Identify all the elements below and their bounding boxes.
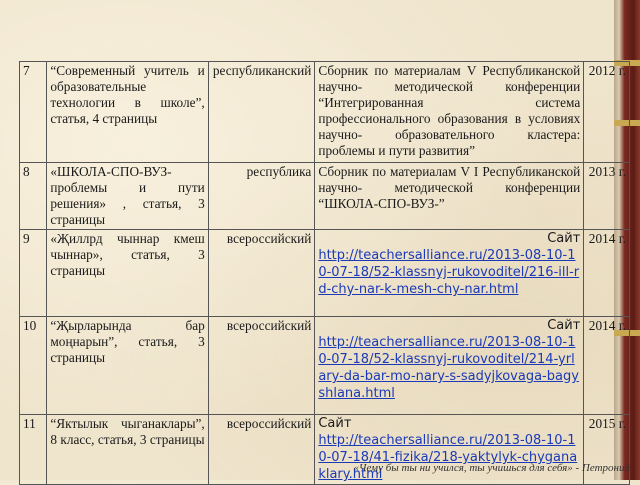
publication-year: 2015 г. bbox=[583, 414, 630, 485]
row-number: 10 bbox=[18, 316, 48, 415]
publication-source: Сайт http://teachersalliance.ru/2013-08-… bbox=[314, 229, 585, 317]
publication-title: “Яктылык чыганаклары”, 8 класс, статья, … bbox=[46, 414, 209, 485]
publication-level: республика bbox=[207, 162, 316, 230]
publication-year: 2014 г. bbox=[583, 229, 630, 317]
table-row: 7 “Современный учитель и образовательные… bbox=[18, 61, 630, 163]
publication-link[interactable]: http://teachersalliance.ru/2013-08-10-10… bbox=[318, 248, 579, 297]
publication-title: “Современный учитель и образовательные т… bbox=[46, 61, 209, 163]
table-row: 11 “Яктылык чыганаклары”, 8 класс, стать… bbox=[18, 414, 630, 485]
table-row: 8 «ШКОЛА-СПО-ВУЗ- проблемы и пути решени… bbox=[18, 162, 630, 230]
publication-source: Сборник по материалам V Республиканской … bbox=[314, 61, 585, 163]
publication-year: 2014 г. bbox=[583, 316, 630, 415]
publication-year: 2013 г. bbox=[583, 162, 630, 230]
publication-title: “Җырларында бар моңнарын”, статья, 3 стр… bbox=[46, 316, 209, 415]
publication-title: «Җиллрд чыннар кмеш чыннар», статья, 3 с… bbox=[46, 229, 209, 317]
table-row: 10 “Җырларында бар моңнарын”, статья, 3 … bbox=[18, 316, 630, 415]
publication-year: 2012 г. bbox=[583, 61, 630, 163]
row-number: 9 bbox=[18, 229, 48, 317]
row-number: 8 bbox=[18, 162, 48, 230]
site-label: Сайт bbox=[318, 416, 352, 431]
site-label: Сайт bbox=[547, 231, 581, 246]
table-row: 9 «Җиллрд чыннар кмеш чыннар», статья, 3… bbox=[18, 229, 630, 317]
publication-title: «ШКОЛА-СПО-ВУЗ- проблемы и пути решения»… bbox=[46, 162, 209, 230]
publications-table: 7 “Современный учитель и образовательные… bbox=[18, 61, 630, 485]
footer-quote: «Чему бы ты ни учился, ты учишься для се… bbox=[353, 462, 630, 474]
publication-level: всероссийский bbox=[207, 316, 316, 415]
publication-source: Сайт http://teachersalliance.ru/2013-08-… bbox=[314, 316, 585, 415]
row-number: 11 bbox=[18, 414, 48, 485]
publication-level: всероссийский bbox=[207, 229, 316, 317]
publication-link[interactable]: http://teachersalliance.ru/2013-08-10-10… bbox=[318, 335, 579, 401]
site-label: Сайт bbox=[547, 318, 581, 333]
row-number: 7 bbox=[18, 61, 48, 163]
publication-level: республиканский bbox=[207, 61, 316, 163]
publication-link[interactable]: http://teachersalliance.ru/2013-08-10-10… bbox=[318, 433, 577, 482]
publication-source: Сборник по материалам V I Республиканско… bbox=[314, 162, 585, 230]
publication-source: Сайт http://teachersalliance.ru/2013-08-… bbox=[314, 414, 585, 485]
publication-level: всероссийский bbox=[207, 414, 316, 485]
